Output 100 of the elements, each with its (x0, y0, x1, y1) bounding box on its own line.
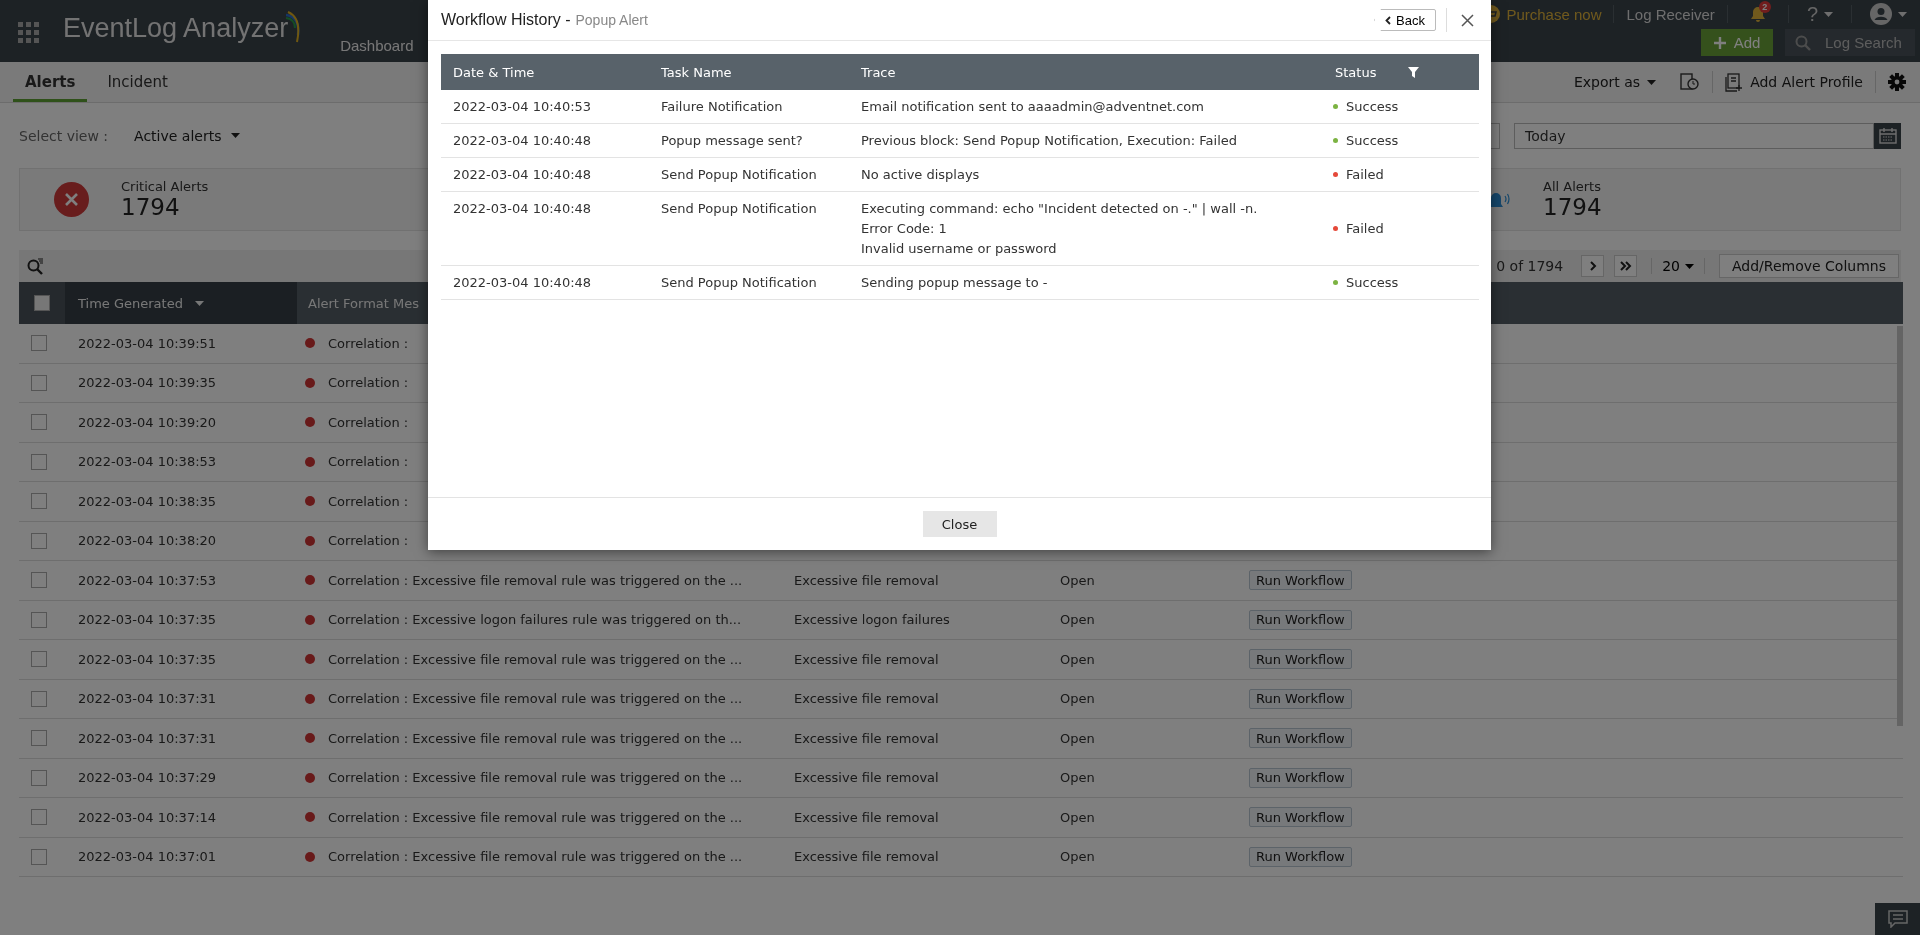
run-workflow-button[interactable]: Run Workflow (1249, 846, 1352, 867)
severity-dot-icon (305, 377, 315, 388)
select-all-checkbox[interactable] (34, 295, 50, 311)
status-cell-text: Success (1346, 274, 1399, 292)
filter-icon[interactable] (1408, 66, 1420, 78)
severity-dot-icon (305, 733, 315, 744)
caret-icon (1824, 11, 1833, 17)
close-button[interactable]: Close (922, 511, 997, 537)
log-search-field[interactable]: Log Search (1785, 29, 1915, 56)
row-checkbox[interactable] (31, 848, 47, 865)
settings-icon[interactable] (1888, 73, 1906, 91)
message-cell: Correlation : Excessive file removal rule was triggered on the ... (328, 770, 743, 786)
column-header: Status (1335, 63, 1377, 82)
next-page-button[interactable] (1581, 255, 1605, 277)
page-range: 0 of 1794 (1496, 258, 1564, 274)
calendar-button[interactable] (1874, 122, 1901, 149)
run-workflow-button[interactable]: Run Workflow (1249, 767, 1352, 788)
time-cell-text: 2022-03-04 10:38:53 (77, 454, 218, 470)
document-add-icon (1725, 72, 1744, 92)
time-cell-text: 2022-03-04 10:38:35 (77, 493, 218, 509)
severity-dot-icon (305, 338, 315, 349)
trace-line: No active displays (861, 166, 981, 184)
select-view-label: Select view : (19, 127, 109, 144)
date-time-cell-text: 2022-03-04 10:40:48 (452, 200, 593, 218)
row-checkbox[interactable] (31, 532, 47, 549)
column-header[interactable]: Time Generated (78, 295, 183, 311)
stat-count: 1794 (1543, 194, 1602, 220)
date-time-cell-text: 2022-03-04 10:40:48 (452, 132, 593, 150)
date-range-field[interactable]: Today (1514, 122, 1874, 149)
row-checkbox[interactable] (31, 335, 47, 352)
run-workflow-button[interactable]: Run Workflow (1249, 570, 1352, 591)
severity-dot-icon (305, 575, 315, 586)
export-menu[interactable]: Export as (1561, 70, 1669, 94)
purchase-link[interactable]: Purchase now (1506, 5, 1602, 23)
tab[interactable]: Incident (95, 62, 180, 102)
row-checkbox[interactable] (31, 809, 47, 826)
row-checkbox[interactable] (31, 493, 47, 510)
add-remove-columns-button[interactable]: Add/Remove Columns (1719, 254, 1899, 278)
column-header: Trace (860, 63, 897, 82)
run-workflow-button[interactable]: Run Workflow (1249, 688, 1352, 709)
search-icon (1795, 35, 1811, 51)
caret-icon (1898, 11, 1907, 17)
trace-line: Error Code: 1 (861, 220, 948, 238)
run-workflow-button[interactable]: Run Workflow (1249, 649, 1352, 670)
add-alert-profile-button[interactable]: Add Alert Profile (1713, 70, 1875, 94)
tab[interactable]: Alerts (13, 62, 88, 102)
view-dropdown[interactable]: Active alerts (128, 126, 247, 145)
row-checkbox[interactable] (31, 374, 47, 391)
run-workflow-button[interactable]: Run Workflow (1249, 609, 1352, 630)
alert-type-cell-text: Excessive file removal (793, 730, 940, 746)
double-chevron-right-icon (1619, 261, 1632, 271)
user-avatar-icon[interactable] (1870, 3, 1892, 25)
add-button[interactable]: Add (1701, 29, 1773, 56)
message-cell: Correlation : Excessive logon failures rule was triggered on th... (328, 612, 742, 628)
notification-badge: 2 (1758, 1, 1771, 13)
row-checkbox[interactable] (31, 572, 47, 589)
date-time-cell-text: 2022-03-04 10:40:53 (452, 98, 593, 116)
severity-dot-icon (305, 417, 315, 428)
apps-grid-icon[interactable] (18, 22, 40, 44)
stat-count: 1794 (121, 194, 181, 220)
status-cell-text: Success (1346, 98, 1399, 116)
message-cell: Correlation : Excessive file removal rule was triggered on the ... (328, 809, 743, 825)
search-icon[interactable] (27, 257, 44, 275)
nav-link[interactable]: Dashboard (340, 37, 414, 62)
log-receiver-link[interactable]: Log Receiver (1626, 5, 1715, 23)
message-cell: Correlation : (328, 454, 409, 470)
page-size-dropdown[interactable]: 20 (1651, 258, 1705, 274)
time-cell-text: 2022-03-04 10:37:53 (77, 572, 218, 588)
row-checkbox[interactable] (31, 611, 47, 628)
severity-dot-icon (305, 496, 315, 507)
last-page-button[interactable] (1614, 255, 1638, 277)
chat-button[interactable] (1875, 903, 1920, 935)
status-cell-text: Failed (1346, 166, 1384, 184)
row-checkbox[interactable] (31, 730, 47, 747)
time-cell-text: 2022-03-04 10:37:35 (77, 651, 218, 667)
run-workflow-button[interactable]: Run Workflow (1249, 807, 1352, 828)
back-button[interactable]: Back (1374, 9, 1436, 31)
stat-label: Critical Alerts (121, 179, 209, 194)
message-cell: Correlation : (328, 335, 409, 351)
date-time-cell-text: 2022-03-04 10:40:48 (452, 274, 593, 292)
scrollbar-thumb[interactable] (1897, 326, 1903, 726)
notification-bell-icon[interactable] (1749, 5, 1766, 23)
sort-caret-icon (194, 300, 204, 306)
schedule-report-icon[interactable] (1680, 73, 1701, 91)
time-cell-text: 2022-03-04 10:37:35 (77, 612, 218, 628)
row-checkbox[interactable] (31, 690, 47, 707)
caret-icon (1647, 79, 1657, 85)
row-checkbox[interactable] (31, 414, 47, 431)
row-checkbox[interactable] (31, 651, 47, 668)
row-checkbox[interactable] (31, 769, 47, 786)
chevron-right-icon (1588, 261, 1597, 271)
time-cell-text: 2022-03-04 10:37:01 (77, 849, 218, 865)
run-workflow-button[interactable]: Run Workflow (1249, 728, 1352, 749)
message-cell: Correlation : (328, 493, 409, 509)
message-cell: Correlation : Excessive file removal rule was triggered on the ... (328, 572, 743, 588)
help-menu[interactable]: ? (1806, 2, 1818, 26)
row-checkbox[interactable] (31, 453, 47, 470)
time-cell-text: 2022-03-04 10:37:29 (77, 770, 218, 786)
time-cell-text: 2022-03-04 10:37:14 (77, 809, 218, 825)
severity-dot-icon (305, 535, 315, 546)
